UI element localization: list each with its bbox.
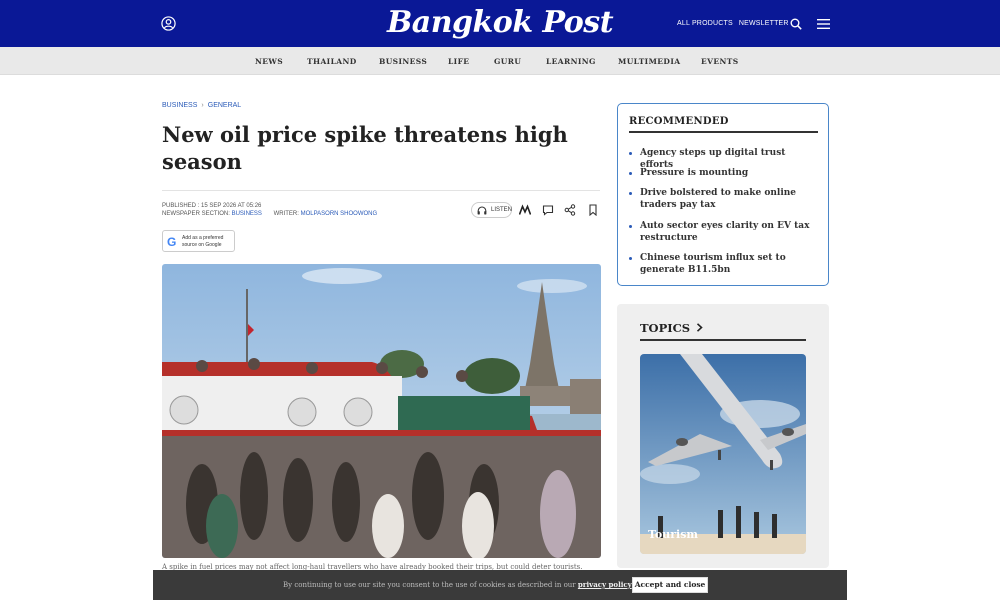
chevron-right-icon — [697, 323, 703, 332]
recommended-item[interactable]: Pressure is mounting — [629, 167, 820, 179]
topic-card-tourism[interactable]: Tourism — [640, 354, 806, 554]
nav-item-business[interactable]: BUSINESS — [379, 57, 427, 66]
recommended-item[interactable]: Chinese tourism influx set to generate B… — [629, 252, 820, 276]
cookie-message: By continuing to use our site you consen… — [283, 581, 576, 589]
chevron-right-icon: › — [201, 102, 204, 109]
topic-label-tourism: Tourism — [648, 528, 699, 541]
topics-underline — [640, 339, 806, 341]
cookie-text: By continuing to use our site you consen… — [283, 580, 672, 589]
top-header: Bangkok Post ALL PRODUCTS NEWSLETTER — [0, 0, 1000, 47]
all-products-link[interactable]: ALL PRODUCTS — [677, 20, 733, 27]
recommended-box: RECOMMENDED Agency steps up digital trus… — [617, 103, 829, 286]
newspaper-section-link[interactable]: BUSINESS — [232, 211, 262, 217]
listen-label: LISTEN — [491, 207, 513, 213]
breadcrumb: BUSINESS › GENERAL — [162, 102, 241, 109]
font-size-icon[interactable] — [519, 204, 531, 216]
divider — [162, 190, 600, 191]
google-badge-line2: source on Google — [182, 241, 222, 248]
cookie-banner: By continuing to use our site you consen… — [153, 570, 847, 600]
top-links: ALL PRODUCTS NEWSLETTER — [677, 20, 795, 27]
site-logo[interactable]: Bangkok Post — [0, 5, 1000, 40]
writer-link[interactable]: MOLPASORN SHOOWONG — [301, 211, 378, 217]
nav-item-life[interactable]: LIFE — [448, 57, 469, 66]
recommended-underline — [629, 131, 818, 133]
breadcrumb-business[interactable]: BUSINESS — [162, 102, 197, 109]
main-nav: NEWS THAILAND BUSINESS LIFE GURU LEARNIN… — [0, 47, 1000, 75]
recommended-item[interactable]: Auto sector eyes clarity on EV tax restr… — [629, 220, 820, 244]
nav-item-events[interactable]: EVENTS — [701, 57, 739, 66]
topics-title[interactable]: TOPICS — [640, 321, 703, 335]
article-photo — [162, 264, 601, 558]
menu-icon[interactable] — [817, 18, 830, 30]
share-icon[interactable] — [564, 204, 576, 216]
nav-item-multimedia[interactable]: MULTIMEDIA — [618, 57, 680, 66]
article-meta: NEWSPAPER SECTION: BUSINESS WRITER: MOLP… — [162, 211, 377, 217]
recommended-title: RECOMMENDED — [629, 116, 729, 127]
writer-label: WRITER: — [273, 211, 299, 217]
nav-item-guru[interactable]: GURU — [494, 57, 521, 66]
topics-title-text: TOPICS — [640, 321, 691, 335]
topics-panel: TOPICS Tourism — [617, 304, 829, 568]
search-icon[interactable] — [790, 18, 802, 30]
google-icon: G — [167, 235, 177, 249]
comment-icon[interactable] — [542, 204, 554, 216]
nav-item-news[interactable]: NEWS — [255, 57, 283, 66]
breadcrumb-general[interactable]: GENERAL — [208, 102, 241, 109]
headphones-icon — [477, 206, 487, 215]
bookmark-icon[interactable] — [587, 204, 599, 216]
newsletter-link[interactable]: NEWSLETTER — [739, 20, 789, 27]
google-badge-text: Add as a preferred source on Google — [182, 235, 234, 248]
recommended-item[interactable]: Drive bolstered to make online traders p… — [629, 187, 820, 211]
published-date: PUBLISHED : 15 SEP 2026 AT 05:26 — [162, 203, 262, 209]
article-headline: New oil price spike threatens high seaso… — [162, 122, 568, 174]
google-preferred-source-button[interactable]: G Add as a preferred source on Google — [162, 230, 235, 252]
accept-cookies-button[interactable]: Accept and close — [632, 577, 708, 593]
nav-item-thailand[interactable]: THAILAND — [307, 57, 357, 66]
newspaper-section-label: NEWSPAPER SECTION: — [162, 211, 230, 217]
privacy-policy-link[interactable]: privacy policy — [578, 580, 632, 589]
nav-item-learning[interactable]: LEARNING — [546, 57, 596, 66]
listen-button[interactable]: LISTEN — [471, 202, 512, 218]
